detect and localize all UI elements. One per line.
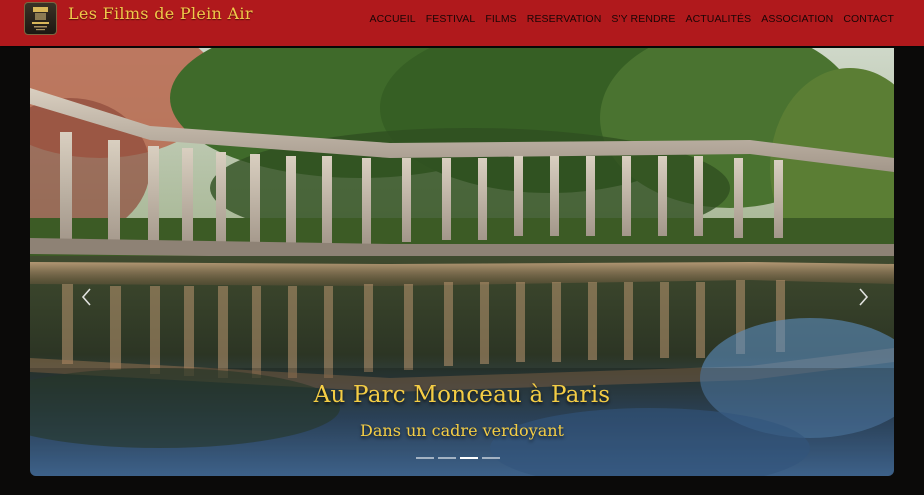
main-nav: ACCUEIL FESTIVAL FILMS RESERVATION S'Y R… — [370, 13, 895, 25]
nav-item-contact[interactable]: CONTACT — [843, 13, 894, 25]
chevron-left-icon[interactable] — [80, 286, 94, 308]
slide-subtitle: Dans un cadre verdoyant — [360, 421, 564, 440]
chevron-right-icon[interactable] — [856, 286, 870, 308]
page: Les Films de Plein Air ACCUEIL FESTIVAL … — [0, 0, 924, 495]
slide-indicators — [416, 457, 500, 459]
nav-item-association[interactable]: ASSOCIATION — [761, 13, 833, 25]
slide-indicator[interactable] — [438, 457, 456, 459]
slide-title: Au Parc Monceau à Paris — [313, 382, 611, 408]
slide-indicator-active[interactable] — [460, 457, 478, 459]
site-header: Les Films de Plein Air ACCUEIL FESTIVAL … — [0, 0, 924, 46]
hero-slider[interactable]: Au Parc Monceau à Paris Dans un cadre ve… — [30, 48, 894, 476]
nav-item-reservation[interactable]: RESERVATION — [527, 13, 602, 25]
logo-icon[interactable] — [24, 2, 57, 35]
nav-item-accueil[interactable]: ACCUEIL — [370, 13, 416, 25]
nav-item-sy-rendre[interactable]: S'Y RENDRE — [611, 13, 675, 25]
slide-indicator[interactable] — [482, 457, 500, 459]
nav-item-festival[interactable]: FESTIVAL — [426, 13, 476, 25]
site-title[interactable]: Les Films de Plein Air — [68, 4, 253, 23]
slide-image — [30, 48, 894, 476]
slide-indicator[interactable] — [416, 457, 434, 459]
nav-item-films[interactable]: FILMS — [485, 13, 516, 25]
nav-item-actualites[interactable]: ACTUALITÉS — [685, 13, 751, 25]
